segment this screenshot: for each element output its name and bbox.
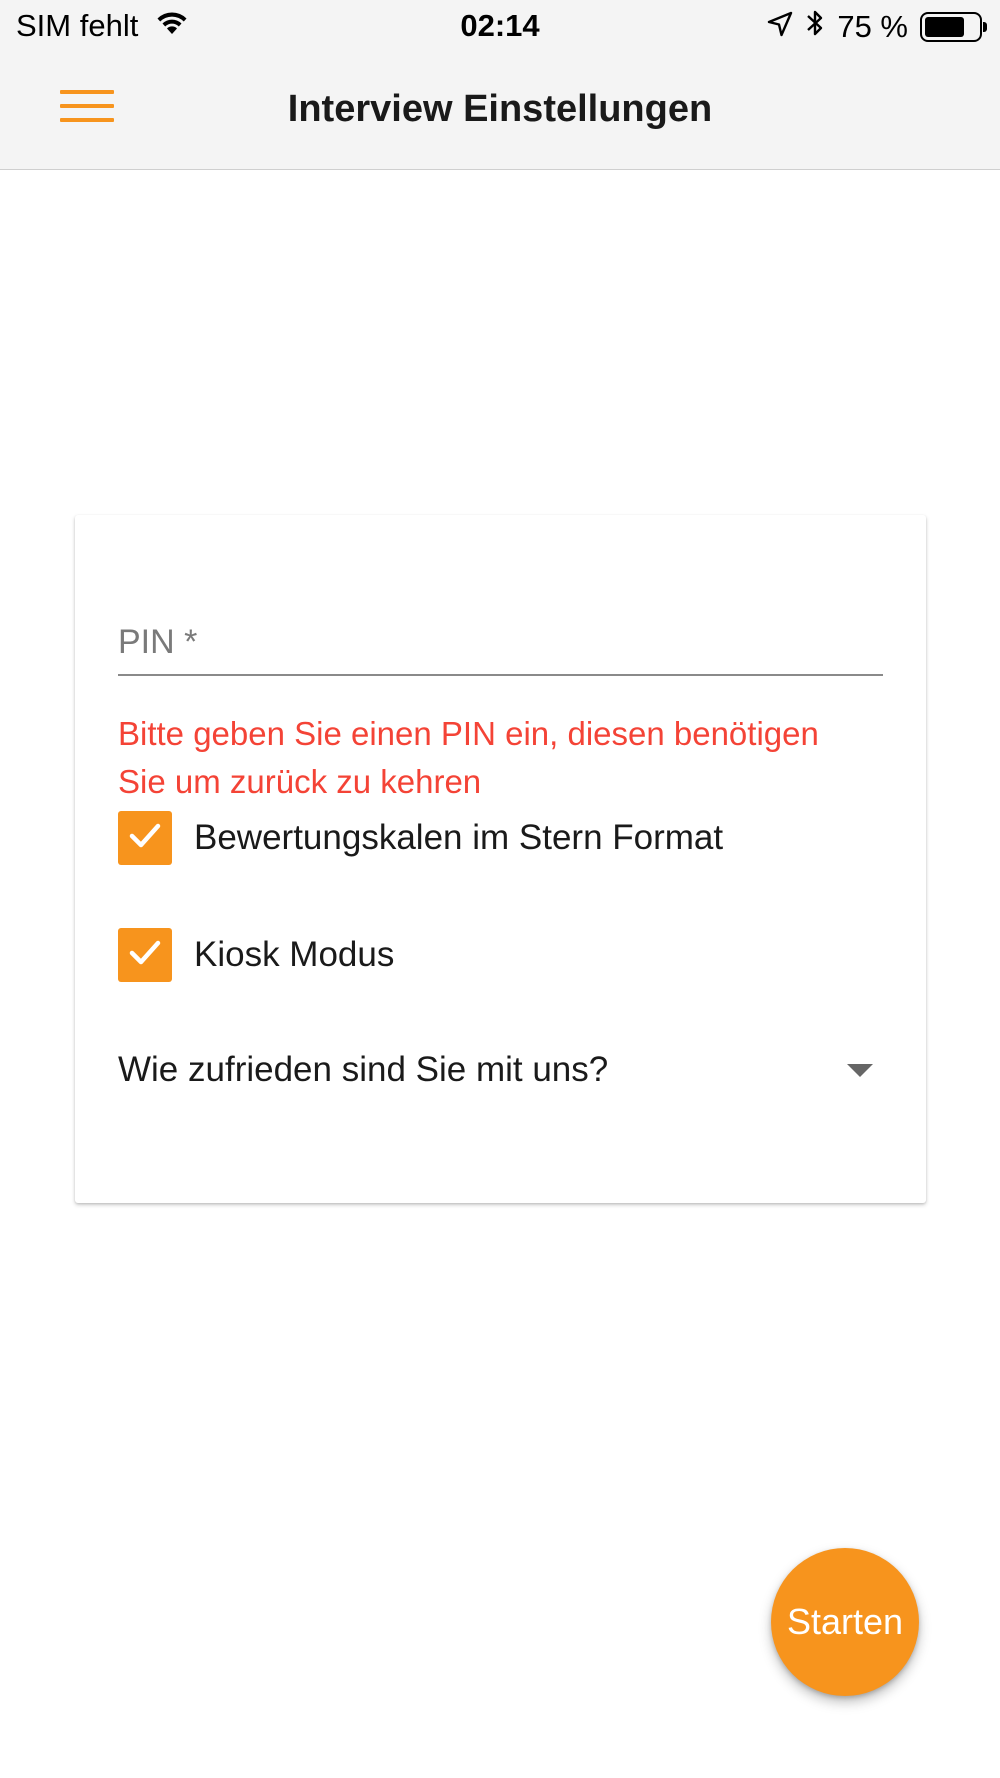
- start-button[interactable]: Starten: [771, 1548, 919, 1696]
- app-bar: Interview Einstellungen: [0, 54, 1000, 170]
- checkbox-row-kiosk-mode[interactable]: Kiosk Modus: [118, 928, 394, 982]
- checkbox-row-star-rating[interactable]: Bewertungskalen im Stern Format: [118, 811, 723, 865]
- pin-input[interactable]: [118, 610, 883, 676]
- star-rating-checkbox[interactable]: [118, 811, 172, 865]
- star-rating-label: Bewertungskalen im Stern Format: [194, 818, 724, 857]
- survey-select[interactable]: Wie zufrieden sind Sie mit uns?: [118, 1042, 883, 1098]
- status-right: 75 %: [767, 8, 987, 46]
- survey-select-value: Wie zufrieden sind Sie mit uns?: [118, 1050, 609, 1089]
- pin-error-message: Bitte geben Sie einen PIN ein, diesen be…: [118, 715, 819, 800]
- page-title: Interview Einstellungen: [287, 88, 713, 130]
- kiosk-mode-checkbox[interactable]: [118, 928, 172, 982]
- battery-percent: 75 %: [837, 9, 908, 44]
- battery-level: [925, 17, 964, 37]
- battery-icon: [920, 12, 987, 42]
- check-icon: [126, 934, 164, 977]
- status-bar: SIM fehlt 02:14 75 %: [0, 0, 1000, 54]
- bluetooth-icon: [805, 8, 825, 46]
- location-arrow-icon: [767, 9, 793, 45]
- kiosk-mode-label: Kiosk Modus: [194, 935, 395, 974]
- settings-card: Bitte geben Sie einen PIN ein, diesen be…: [75, 515, 926, 1203]
- check-icon: [126, 817, 164, 860]
- dropdown-arrow-icon: [847, 1063, 873, 1077]
